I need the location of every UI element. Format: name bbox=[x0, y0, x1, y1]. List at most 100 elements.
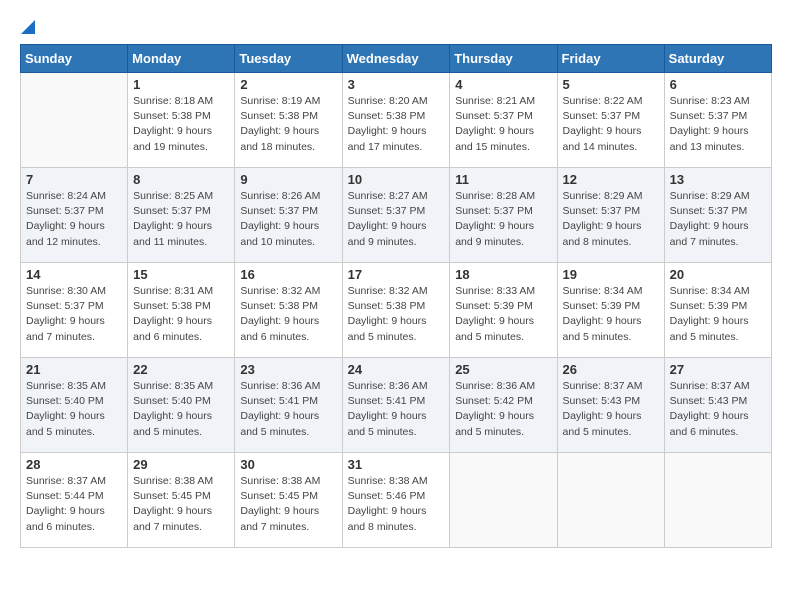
day-info: Sunrise: 8:35 AMSunset: 5:40 PMDaylight:… bbox=[26, 379, 122, 440]
day-number: 20 bbox=[670, 267, 766, 282]
calendar-cell: 21 Sunrise: 8:35 AMSunset: 5:40 PMDayligh… bbox=[21, 358, 128, 453]
day-number: 9 bbox=[240, 172, 336, 187]
calendar-cell: 24 Sunrise: 8:36 AMSunset: 5:41 PMDayligh… bbox=[342, 358, 450, 453]
calendar-cell: 2 Sunrise: 8:19 AMSunset: 5:38 PMDaylight… bbox=[235, 73, 342, 168]
calendar-cell: 15 Sunrise: 8:31 AMSunset: 5:38 PMDayligh… bbox=[128, 263, 235, 358]
calendar-cell: 4 Sunrise: 8:21 AMSunset: 5:37 PMDaylight… bbox=[450, 73, 557, 168]
day-number: 25 bbox=[455, 362, 551, 377]
calendar-cell: 16Sunrise: 8:32 AMSunset: 5:38 PMDayligh… bbox=[235, 263, 342, 358]
day-number: 6 bbox=[670, 77, 766, 92]
day-info: Sunrise: 8:29 AMSunset: 5:37 PMDaylight:… bbox=[563, 189, 659, 250]
calendar-header-friday: Friday bbox=[557, 45, 664, 73]
day-info: Sunrise: 8:25 AMSunset: 5:37 PMDaylight:… bbox=[133, 189, 229, 250]
page-header bbox=[20, 20, 772, 34]
calendar-cell: 1 Sunrise: 8:18 AMSunset: 5:38 PMDaylight… bbox=[128, 73, 235, 168]
calendar-cell: 11 Sunrise: 8:28 AMSunset: 5:37 PMDayligh… bbox=[450, 168, 557, 263]
logo-triangle-icon bbox=[21, 20, 35, 34]
calendar-cell: 28 Sunrise: 8:37 AMSunset: 5:44 PMDayligh… bbox=[21, 453, 128, 548]
day-number: 24 bbox=[348, 362, 445, 377]
day-info: Sunrise: 8:18 AMSunset: 5:38 PMDaylight:… bbox=[133, 94, 229, 155]
day-info: Sunrise: 8:32 AMSunset: 5:38 PMDaylight:… bbox=[240, 284, 336, 345]
day-number: 22 bbox=[133, 362, 229, 377]
calendar-week-row: 7 Sunrise: 8:24 AMSunset: 5:37 PMDaylight… bbox=[21, 168, 772, 263]
day-number: 29 bbox=[133, 457, 229, 472]
day-info: Sunrise: 8:27 AMSunset: 5:37 PMDaylight:… bbox=[348, 189, 445, 250]
day-info: Sunrise: 8:36 AMSunset: 5:41 PMDaylight:… bbox=[348, 379, 445, 440]
calendar-cell bbox=[450, 453, 557, 548]
calendar-cell: 10Sunrise: 8:27 AMSunset: 5:37 PMDayligh… bbox=[342, 168, 450, 263]
calendar-header-saturday: Saturday bbox=[664, 45, 771, 73]
calendar-cell: 5 Sunrise: 8:22 AMSunset: 5:37 PMDaylight… bbox=[557, 73, 664, 168]
calendar-cell bbox=[21, 73, 128, 168]
day-info: Sunrise: 8:38 AMSunset: 5:46 PMDaylight:… bbox=[348, 474, 445, 535]
day-info: Sunrise: 8:34 AMSunset: 5:39 PMDaylight:… bbox=[670, 284, 766, 345]
day-info: Sunrise: 8:22 AMSunset: 5:37 PMDaylight:… bbox=[563, 94, 659, 155]
calendar-cell: 22 Sunrise: 8:35 AMSunset: 5:40 PMDayligh… bbox=[128, 358, 235, 453]
day-info: Sunrise: 8:36 AMSunset: 5:42 PMDaylight:… bbox=[455, 379, 551, 440]
calendar-cell: 23 Sunrise: 8:36 AMSunset: 5:41 PMDayligh… bbox=[235, 358, 342, 453]
calendar-week-row: 28 Sunrise: 8:37 AMSunset: 5:44 PMDayligh… bbox=[21, 453, 772, 548]
calendar-cell: 12 Sunrise: 8:29 AMSunset: 5:37 PMDayligh… bbox=[557, 168, 664, 263]
calendar-cell: 30 Sunrise: 8:38 AMSunset: 5:45 PMDayligh… bbox=[235, 453, 342, 548]
day-info: Sunrise: 8:29 AMSunset: 5:37 PMDaylight:… bbox=[670, 189, 766, 250]
day-info: Sunrise: 8:35 AMSunset: 5:40 PMDaylight:… bbox=[133, 379, 229, 440]
calendar-header-thursday: Thursday bbox=[450, 45, 557, 73]
day-number: 8 bbox=[133, 172, 229, 187]
day-number: 4 bbox=[455, 77, 551, 92]
day-number: 1 bbox=[133, 77, 229, 92]
day-info: Sunrise: 8:26 AMSunset: 5:37 PMDaylight:… bbox=[240, 189, 336, 250]
day-number: 11 bbox=[455, 172, 551, 187]
calendar-week-row: 14 Sunrise: 8:30 AMSunset: 5:37 PMDayligh… bbox=[21, 263, 772, 358]
day-info: Sunrise: 8:37 AMSunset: 5:43 PMDaylight:… bbox=[563, 379, 659, 440]
calendar-cell: 13 Sunrise: 8:29 AMSunset: 5:37 PMDayligh… bbox=[664, 168, 771, 263]
day-number: 21 bbox=[26, 362, 122, 377]
calendar-cell: 3 Sunrise: 8:20 AMSunset: 5:38 PMDaylight… bbox=[342, 73, 450, 168]
day-number: 28 bbox=[26, 457, 122, 472]
day-info: Sunrise: 8:38 AMSunset: 5:45 PMDaylight:… bbox=[240, 474, 336, 535]
calendar-cell: 25 Sunrise: 8:36 AMSunset: 5:42 PMDayligh… bbox=[450, 358, 557, 453]
day-number: 26 bbox=[563, 362, 659, 377]
day-number: 12 bbox=[563, 172, 659, 187]
day-info: Sunrise: 8:21 AMSunset: 5:37 PMDaylight:… bbox=[455, 94, 551, 155]
calendar-cell: 29 Sunrise: 8:38 AMSunset: 5:45 PMDayligh… bbox=[128, 453, 235, 548]
calendar-cell: 31Sunrise: 8:38 AMSunset: 5:46 PMDayligh… bbox=[342, 453, 450, 548]
calendar-header-sunday: Sunday bbox=[21, 45, 128, 73]
day-info: Sunrise: 8:33 AMSunset: 5:39 PMDaylight:… bbox=[455, 284, 551, 345]
day-number: 7 bbox=[26, 172, 122, 187]
calendar-header-row: SundayMondayTuesdayWednesdayThursdayFrid… bbox=[21, 45, 772, 73]
day-info: Sunrise: 8:28 AMSunset: 5:37 PMDaylight:… bbox=[455, 189, 551, 250]
day-number: 3 bbox=[348, 77, 445, 92]
day-info: Sunrise: 8:38 AMSunset: 5:45 PMDaylight:… bbox=[133, 474, 229, 535]
day-info: Sunrise: 8:20 AMSunset: 5:38 PMDaylight:… bbox=[348, 94, 445, 155]
day-number: 5 bbox=[563, 77, 659, 92]
day-number: 30 bbox=[240, 457, 336, 472]
day-info: Sunrise: 8:24 AMSunset: 5:37 PMDaylight:… bbox=[26, 189, 122, 250]
day-number: 2 bbox=[240, 77, 336, 92]
day-info: Sunrise: 8:36 AMSunset: 5:41 PMDaylight:… bbox=[240, 379, 336, 440]
day-number: 13 bbox=[670, 172, 766, 187]
calendar-cell: 6Sunrise: 8:23 AMSunset: 5:37 PMDaylight… bbox=[664, 73, 771, 168]
calendar-cell: 7 Sunrise: 8:24 AMSunset: 5:37 PMDaylight… bbox=[21, 168, 128, 263]
calendar-header-monday: Monday bbox=[128, 45, 235, 73]
day-number: 15 bbox=[133, 267, 229, 282]
day-info: Sunrise: 8:32 AMSunset: 5:38 PMDaylight:… bbox=[348, 284, 445, 345]
day-info: Sunrise: 8:19 AMSunset: 5:38 PMDaylight:… bbox=[240, 94, 336, 155]
day-number: 18 bbox=[455, 267, 551, 282]
day-info: Sunrise: 8:37 AMSunset: 5:43 PMDaylight:… bbox=[670, 379, 766, 440]
calendar-week-row: 1 Sunrise: 8:18 AMSunset: 5:38 PMDaylight… bbox=[21, 73, 772, 168]
day-number: 19 bbox=[563, 267, 659, 282]
calendar-cell: 9 Sunrise: 8:26 AMSunset: 5:37 PMDaylight… bbox=[235, 168, 342, 263]
calendar-cell: 27 Sunrise: 8:37 AMSunset: 5:43 PMDayligh… bbox=[664, 358, 771, 453]
day-info: Sunrise: 8:37 AMSunset: 5:44 PMDaylight:… bbox=[26, 474, 122, 535]
day-number: 27 bbox=[670, 362, 766, 377]
calendar-table: SundayMondayTuesdayWednesdayThursdayFrid… bbox=[20, 44, 772, 548]
day-number: 23 bbox=[240, 362, 336, 377]
calendar-week-row: 21 Sunrise: 8:35 AMSunset: 5:40 PMDayligh… bbox=[21, 358, 772, 453]
day-info: Sunrise: 8:31 AMSunset: 5:38 PMDaylight:… bbox=[133, 284, 229, 345]
day-info: Sunrise: 8:30 AMSunset: 5:37 PMDaylight:… bbox=[26, 284, 122, 345]
calendar-cell: 8 Sunrise: 8:25 AMSunset: 5:37 PMDaylight… bbox=[128, 168, 235, 263]
day-number: 14 bbox=[26, 267, 122, 282]
calendar-cell bbox=[664, 453, 771, 548]
logo bbox=[20, 20, 36, 34]
calendar-cell bbox=[557, 453, 664, 548]
